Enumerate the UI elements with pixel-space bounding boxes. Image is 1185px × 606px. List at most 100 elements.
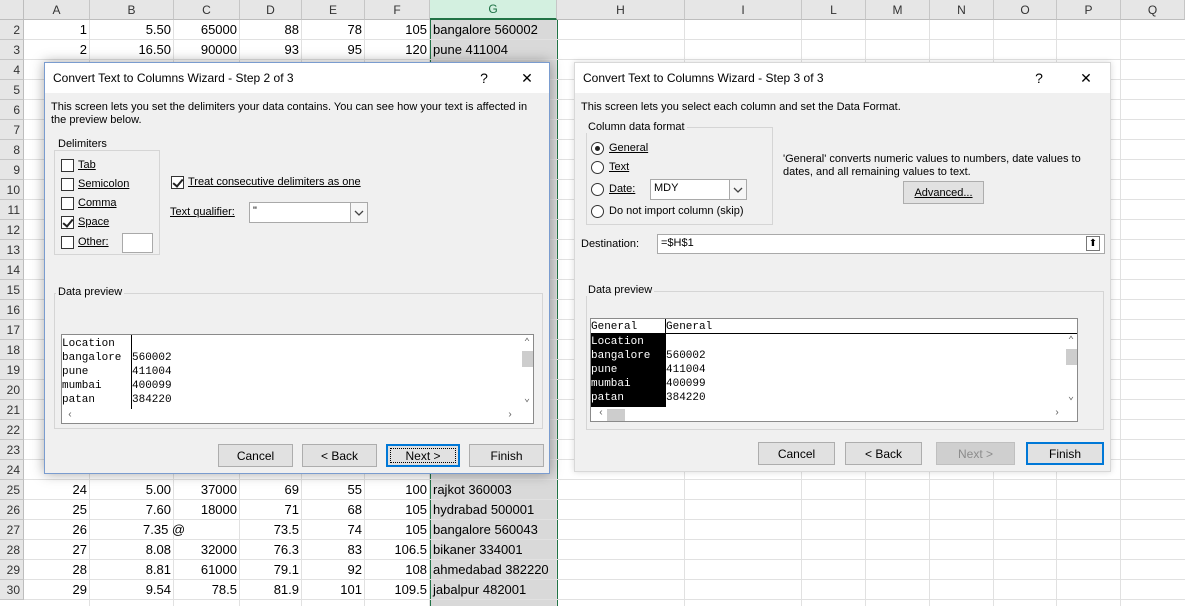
cell[interactable]: 109.5 [365,580,430,600]
cell[interactable]: hydrabad 500001 [430,500,557,520]
column-header-b[interactable]: B [90,0,174,20]
column-header-n[interactable]: N [930,0,994,20]
column-header-i[interactable]: I [685,0,802,20]
row-header[interactable]: 30 [0,580,24,600]
data-preview-pane[interactable]: General General Location bangalore pune … [590,318,1078,422]
collapse-dialog-icon[interactable]: ⬆ [1086,236,1100,251]
cell[interactable]: 24 [24,480,90,500]
cell[interactable]: 55 [302,480,365,500]
cell[interactable]: 74 [302,520,365,540]
advanced-button[interactable]: Advanced... [903,181,984,204]
semicolon-checkbox[interactable] [61,178,74,191]
cell[interactable]: jabalpur 482001 [430,580,557,600]
cell[interactable]: pune 411004 [430,40,557,60]
close-button[interactable]: ✕ [512,67,542,89]
help-button[interactable]: ? [469,67,499,89]
scroll-right-arrow[interactable]: › [504,409,516,423]
cell[interactable]: 120 [365,40,430,60]
help-button[interactable]: ? [1024,67,1054,89]
column-header-d[interactable]: D [240,0,302,20]
cell[interactable]: 5.00 [90,480,174,500]
cell[interactable]: 78 [302,20,365,40]
column-header-a[interactable]: A [24,0,90,20]
row-header[interactable]: 3 [0,40,24,60]
row-header[interactable]: 4 [0,60,24,80]
column-header-f[interactable]: F [365,0,430,20]
cell[interactable]: 100 [365,480,430,500]
row-header[interactable]: 19 [0,360,24,380]
row-header[interactable]: 2 [0,20,24,40]
cell[interactable]: rajkot 360003 [430,480,557,500]
row-header[interactable]: 28 [0,540,24,560]
horizontal-scrollbar-thumb[interactable] [607,409,625,421]
row-header[interactable]: 11 [0,200,24,220]
next-button[interactable]: Next > [386,444,460,467]
cancel-button[interactable]: Cancel [218,444,293,467]
row-header[interactable]: 29 [0,560,24,580]
row-header[interactable]: 17 [0,320,24,340]
consecutive-delimiters-checkbox[interactable] [171,176,184,189]
cell[interactable]: 5.50 [90,20,174,40]
date-radio[interactable] [591,183,604,196]
row-header[interactable]: 27 [0,520,24,540]
cell[interactable]: 108 [365,560,430,580]
cell[interactable]: 28 [24,560,90,580]
preview-header[interactable]: General [666,320,712,334]
column-header-m[interactable]: M [866,0,930,20]
row-header[interactable]: 12 [0,220,24,240]
cell[interactable]: 1 [24,20,90,40]
cell[interactable]: 65000 [174,20,240,40]
row-header[interactable]: 15 [0,280,24,300]
column-header-p[interactable]: P [1057,0,1121,20]
text-radio[interactable] [591,161,604,174]
cell[interactable]: 93 [240,40,302,60]
cell[interactable]: 32000 [174,540,240,560]
row-header[interactable]: 26 [0,500,24,520]
row-header[interactable]: 20 [0,380,24,400]
cell[interactable]: 105 [365,20,430,40]
column-header-c[interactable]: C [174,0,240,20]
cell[interactable]: bangalore 560002 [430,20,557,40]
row-header[interactable]: 10 [0,180,24,200]
space-checkbox[interactable] [61,216,74,229]
back-button[interactable]: < Back [845,442,922,465]
cell[interactable]: 8.81 [90,560,174,580]
scroll-right-arrow[interactable]: › [1051,407,1063,421]
row-header[interactable]: 9 [0,160,24,180]
column-header-h[interactable]: H [557,0,685,20]
scroll-up-arrow[interactable]: ⌃ [521,337,533,351]
other-checkbox[interactable] [61,236,74,249]
scroll-left-arrow[interactable]: ‹ [64,409,76,423]
finish-button[interactable]: Finish [1026,442,1104,465]
row-header[interactable]: 13 [0,240,24,260]
cell[interactable]: 7.60 [90,500,174,520]
column-header-q[interactable]: Q [1121,0,1185,20]
cell[interactable]: bikaner 334001 [430,540,557,560]
cell[interactable]: 16.50 [90,40,174,60]
row-header[interactable]: 24 [0,460,24,480]
cell[interactable]: 105 [365,520,430,540]
select-all-corner[interactable] [0,0,24,20]
cell[interactable]: 18000 [174,500,240,520]
cell[interactable] [174,520,240,540]
cell[interactable]: 76.3 [240,540,302,560]
row-header[interactable]: 8 [0,140,24,160]
cell[interactable]: ahmedabad 382220 [430,560,557,580]
column-header-g[interactable]: G [430,0,557,20]
data-preview-pane[interactable]: Location bangalore pune mumbai patan 560… [61,334,534,424]
cell[interactable]: 37000 [174,480,240,500]
cell[interactable]: 26 [24,520,90,540]
scroll-up-arrow[interactable]: ⌃ [1065,335,1077,349]
column-header-e[interactable]: E [302,0,365,20]
cell[interactable]: 61000 [174,560,240,580]
chevron-down-icon[interactable] [729,180,746,199]
cell[interactable]: 9.54 [90,580,174,600]
cell[interactable]: 83 [302,540,365,560]
cell[interactable]: 79.1 [240,560,302,580]
chevron-down-icon[interactable] [350,203,367,222]
row-header[interactable]: 25 [0,480,24,500]
row-header[interactable]: 5 [0,80,24,100]
cell[interactable]: 81.9 [240,580,302,600]
column-header-o[interactable]: O [994,0,1057,20]
cell[interactable]: 27 [24,540,90,560]
